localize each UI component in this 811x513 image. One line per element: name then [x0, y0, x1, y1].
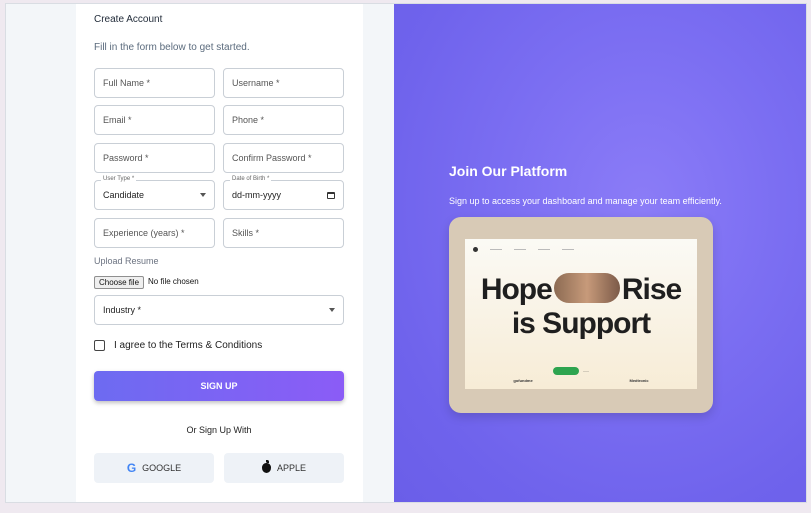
no-file-text: No file chosen	[148, 277, 199, 286]
full-name-placeholder: Full Name *	[103, 78, 151, 88]
terms-label: I agree to the Terms & Conditions	[114, 340, 263, 351]
hero-line-1: Hope Rise	[465, 273, 697, 307]
username-input[interactable]: Username *	[223, 68, 344, 98]
partner-logo: Medtronic	[629, 378, 649, 383]
confirm-password-input[interactable]: Confirm Password *	[223, 143, 344, 173]
confirm-password-placeholder: Confirm Password *	[232, 153, 312, 163]
mini-cta-button	[553, 367, 579, 375]
mini-cta-link: ——	[583, 369, 589, 373]
email-placeholder: Email *	[103, 115, 132, 125]
hero-photo-pill	[553, 273, 620, 304]
app-frame: Create Account Fill in the form below to…	[5, 3, 807, 503]
promo-panel: Join Our Platform Sign up to access your…	[394, 4, 806, 502]
choose-file-button[interactable]: Choose file	[94, 276, 145, 289]
calendar-icon[interactable]	[327, 191, 335, 199]
sign-up-button[interactable]: SIGN UP	[94, 371, 344, 401]
dob-label: Date of Birth *	[230, 176, 272, 182]
partner-logos: gofundme Medtronic	[465, 378, 697, 383]
industry-placeholder: Industry *	[103, 305, 142, 315]
or-sign-up-with-text: Or Sign Up With	[186, 425, 252, 435]
signup-form: Create Account Fill in the form below to…	[76, 4, 363, 502]
experience-input[interactable]: Experience (years) *	[94, 218, 215, 248]
google-icon: G	[126, 461, 137, 475]
form-title: Create Account	[94, 14, 163, 25]
chevron-down-icon	[329, 308, 335, 312]
tablet-mockup: Hope Rise is Support —— gofundme Medtroni…	[449, 217, 713, 413]
partner-logo: gofundme	[513, 378, 533, 383]
user-type-label: User Type *	[101, 176, 137, 182]
username-placeholder: Username *	[232, 78, 280, 88]
hero-line-2: is Support	[511, 307, 651, 340]
apple-sign-up-button[interactable]: APPLE	[224, 453, 344, 483]
industry-select[interactable]: Industry *	[94, 295, 344, 325]
hero-word-left: Hope	[480, 273, 553, 306]
phone-placeholder: Phone *	[232, 115, 265, 125]
user-type-select[interactable]: User Type * Candidate	[94, 176, 215, 210]
full-name-input[interactable]: Full Name *	[94, 68, 215, 98]
phone-input[interactable]: Phone *	[223, 105, 344, 135]
skills-input[interactable]: Skills *	[223, 218, 344, 248]
experience-placeholder: Experience (years) *	[103, 228, 185, 238]
google-sign-up-button[interactable]: G GOOGLE	[94, 453, 214, 483]
skills-placeholder: Skills *	[232, 228, 260, 238]
mini-nav-line	[490, 248, 502, 250]
promo-title: Join Our Platform	[449, 163, 568, 179]
apple-label: APPLE	[276, 463, 307, 473]
dob-value: dd-mm-yyyy	[232, 190, 281, 200]
email-input[interactable]: Email *	[94, 105, 215, 135]
chevron-down-icon	[200, 193, 206, 197]
upload-resume-label: Upload Resume	[94, 256, 159, 266]
form-subtitle: Fill in the form below to get started.	[94, 42, 250, 53]
mini-nav-line	[562, 248, 574, 250]
mini-nav	[465, 239, 697, 259]
google-label: GOOGLE	[142, 463, 182, 473]
password-placeholder: Password *	[103, 153, 149, 163]
user-type-value: Candidate	[103, 190, 145, 200]
tablet-screen: Hope Rise is Support —— gofundme Medtroni…	[465, 239, 697, 389]
apple-icon	[261, 460, 271, 473]
mini-nav-line	[514, 248, 526, 250]
terms-checkbox[interactable]	[94, 340, 105, 351]
hero-word-right: Rise	[621, 273, 682, 306]
mini-nav-line	[538, 248, 550, 250]
promo-subtitle: Sign up to access your dashboard and man…	[449, 196, 722, 206]
dob-input[interactable]: Date of Birth * dd-mm-yyyy	[223, 176, 344, 210]
password-input[interactable]: Password *	[94, 143, 215, 173]
mini-logo-icon	[473, 246, 478, 252]
